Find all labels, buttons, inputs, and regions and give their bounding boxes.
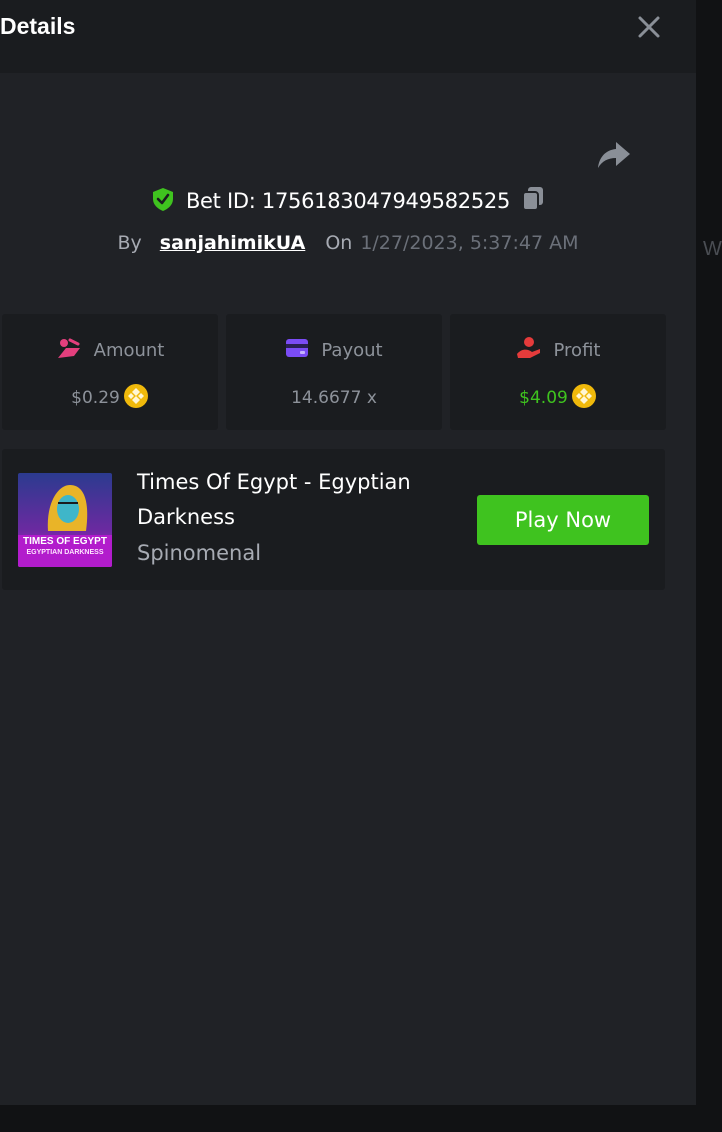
payout-card: Payout 14.6677 x (226, 314, 442, 430)
game-title[interactable]: Times Of Egypt - Egyptian Darkness (137, 465, 437, 535)
backdrop-text: W (703, 238, 722, 260)
copy-icon[interactable] (520, 185, 546, 218)
payout-label: Payout (321, 339, 383, 361)
bet-id: Bet ID: 1756183047949582525 (185, 189, 511, 213)
close-icon[interactable] (632, 10, 666, 44)
share-icon[interactable] (596, 138, 632, 172)
play-now-button[interactable]: Play Now (477, 495, 649, 545)
amount-card: Amount $0.29 (2, 314, 218, 430)
verified-shield-icon (150, 186, 176, 217)
bet-id-row: Bet ID: 1756183047949582525 (0, 184, 696, 218)
payout-value: 14.6677 x (291, 388, 377, 408)
bet-datetime: 1/27/2023, 5:37:47 AM (360, 232, 579, 254)
hand-coins-icon (56, 336, 82, 365)
amount-value: $0.29 (71, 388, 120, 408)
modal-title: Details (0, 13, 76, 39)
game-card: TIMES OF EGYPT EGYPTIAN DARKNESS Times O… (2, 449, 665, 590)
username-link[interactable]: sanjahimikUA (160, 232, 306, 254)
modal-header: Details (0, 0, 696, 73)
bnb-coin-icon (123, 383, 149, 414)
profit-label: Profit (553, 339, 601, 361)
hand-give-icon (516, 336, 542, 365)
bet-meta-row: By sanjahimikUA On 1/27/2023, 5:37:47 AM (0, 228, 696, 258)
game-provider: Spinomenal (137, 541, 262, 565)
profit-card: Profit $4.09 (450, 314, 666, 430)
amount-value-row: $0.29 (2, 383, 218, 414)
amount-label: Amount (93, 339, 165, 361)
on-label: On (325, 232, 353, 254)
details-modal: Details Bet ID: 1756183047949582525 By s… (0, 0, 696, 1105)
profit-value: $4.09 (519, 388, 568, 408)
wallet-card-icon (285, 337, 309, 364)
thumb-line1: TIMES OF EGYPT (23, 536, 107, 547)
thumb-line2: EGYPTIAN DARKNESS (26, 549, 104, 556)
bnb-coin-icon (571, 383, 597, 414)
profit-value-row: $4.09 (450, 383, 666, 414)
game-thumbnail[interactable]: TIMES OF EGYPT EGYPTIAN DARKNESS (18, 473, 112, 567)
by-label: By (117, 232, 142, 254)
payout-value-row: 14.6677 x (226, 384, 442, 412)
